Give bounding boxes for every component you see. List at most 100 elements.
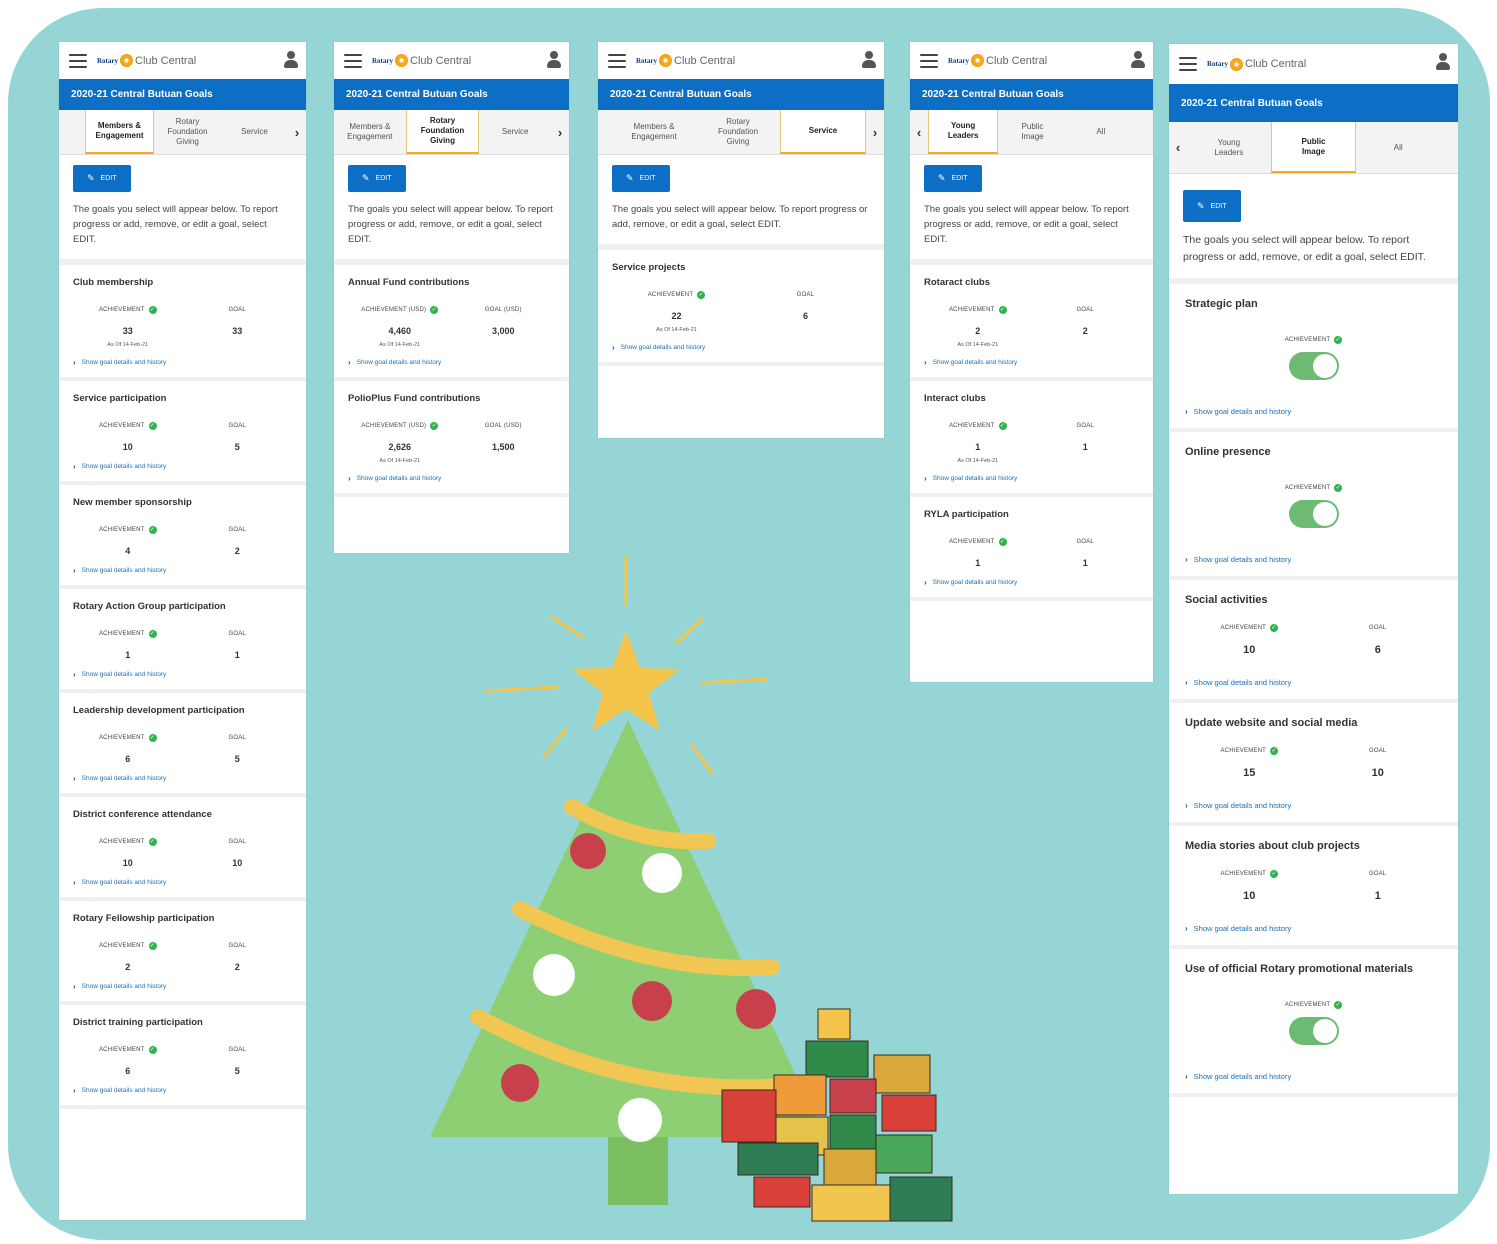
pencil-icon: ✎ <box>87 173 95 183</box>
chevron-right-icon: › <box>73 670 76 679</box>
chevron-right-icon[interactable]: › <box>551 125 569 140</box>
user-profile-icon[interactable] <box>547 51 561 69</box>
show-goal-details-link[interactable]: › Show goal details and history <box>924 358 1139 367</box>
hamburger-menu-icon[interactable] <box>920 53 938 68</box>
goal-list: Club membership ACHIEVEMENT ✓ 33 As Of 14-Fe… <box>59 265 306 1109</box>
edit-button[interactable]: ✎ EDIT <box>1183 190 1241 222</box>
tab-all[interactable]: All <box>1067 110 1135 154</box>
achievement-value: 22 <box>671 311 682 321</box>
details-link-text: Show goal details and history <box>81 671 167 678</box>
achievement-column: ACHIEVEMENT ✓ 10 <box>73 414 183 452</box>
edit-section: ✎ EDIT The goals you select will appear b… <box>910 155 1153 265</box>
achievement-value: 10 <box>122 858 133 868</box>
show-goal-details-link[interactable]: › Show goal details and history <box>1185 924 1442 933</box>
show-goal-details-link[interactable]: › Show goal details and history <box>73 1086 292 1095</box>
tab-members-engagement[interactable]: Members & Engagement <box>85 110 154 154</box>
user-profile-icon[interactable] <box>284 51 298 69</box>
user-profile-icon[interactable] <box>862 51 876 69</box>
tab-all[interactable]: All <box>1356 122 1440 173</box>
goal-title: PolioPlus Fund contributions <box>348 393 481 404</box>
show-goal-details-link[interactable]: › Show goal details and history <box>73 358 292 367</box>
show-goal-details-link[interactable]: › Show goal details and history <box>612 343 870 352</box>
chevron-left-icon[interactable]: ‹ <box>910 125 928 140</box>
show-goal-details-link[interactable]: › Show goal details and history <box>1185 801 1442 810</box>
details-link-text: Show goal details and history <box>620 344 706 351</box>
show-goal-details-link[interactable]: › Show goal details and history <box>73 566 292 575</box>
hamburger-menu-icon[interactable] <box>1179 57 1197 71</box>
show-goal-details-link[interactable]: › Show goal details and history <box>73 878 292 887</box>
user-profile-icon[interactable] <box>1131 51 1145 69</box>
edit-button[interactable]: ✎ EDIT <box>348 165 406 192</box>
pencil-icon: ✎ <box>362 173 370 183</box>
tab-rotary-foundation-giving[interactable]: Rotary Foundation Giving <box>154 110 221 154</box>
achievement-column: ACHIEVEMENT (USD) ✓ 4,460 As Of 14-Feb-21 <box>348 298 452 348</box>
edit-button[interactable]: ✎ EDIT <box>73 165 131 192</box>
hamburger-menu-icon[interactable] <box>608 53 626 68</box>
tab-service[interactable]: Service <box>780 110 866 154</box>
show-goal-details-link[interactable]: › Show goal details and history <box>924 474 1139 483</box>
achievement-toggle[interactable] <box>1288 1017 1339 1045</box>
chevron-right-icon: › <box>924 358 927 367</box>
achievement-column: ACHIEVEMENT ✓ 1 As Of 14-Feb-21 <box>924 414 1032 464</box>
club-central-logo: Rotary Club Central <box>1207 57 1307 71</box>
tab-public-image[interactable]: Public Image <box>1270 122 1357 173</box>
show-goal-details-link[interactable]: › Show goal details and history <box>1185 1072 1442 1081</box>
edit-description: The goals you select will appear below. … <box>612 204 868 230</box>
check-circle-icon: ✓ <box>148 734 157 742</box>
show-goal-details-link[interactable]: › Show goal details and history <box>348 474 555 483</box>
achievement-toggle-section: ACHIEVEMENT ✓ <box>1185 328 1442 385</box>
chevron-left-icon[interactable]: ‹ <box>1169 140 1187 155</box>
tab-service[interactable]: Service <box>479 110 551 154</box>
hamburger-menu-icon[interactable] <box>69 53 87 68</box>
show-goal-details-link[interactable]: › Show goal details and history <box>73 982 292 991</box>
user-profile-icon[interactable] <box>1436 53 1450 71</box>
achievement-value: 10 <box>1243 644 1256 656</box>
chevron-right-icon[interactable]: › <box>866 125 884 140</box>
goal-column: GOAL 1 <box>183 622 293 660</box>
chevron-right-icon: › <box>1185 1072 1188 1081</box>
goal-values: ACHIEVEMENT ✓ 22 As Of 14-Feb-21 GOAL 6 <box>612 283 870 333</box>
show-goal-details-link[interactable]: › Show goal details and history <box>73 774 292 783</box>
tab-public-image[interactable]: Public Image <box>998 110 1066 154</box>
achievement-toggle[interactable] <box>1288 500 1339 528</box>
tab-young-leaders[interactable]: Young Leaders <box>928 110 999 154</box>
goal-value: 6 <box>1374 644 1381 656</box>
tab-rotary-foundation-giving[interactable]: Rotary Foundation Giving <box>405 110 480 154</box>
achievement-value: 6 <box>125 1066 131 1076</box>
tab-rotary-foundation-giving[interactable]: Rotary Foundation Giving <box>696 110 780 154</box>
achievement-column: ACHIEVEMENT ✓ 2 As Of 14-Feb-21 <box>924 298 1032 348</box>
details-link-text: Show goal details and history <box>1193 678 1292 687</box>
show-goal-details-link[interactable]: › Show goal details and history <box>73 462 292 471</box>
show-goal-details-link[interactable]: › Show goal details and history <box>73 670 292 679</box>
goal-title: RYLA participation <box>924 509 1009 520</box>
chevron-right-icon[interactable]: › <box>288 125 306 140</box>
tab-service[interactable]: Service <box>221 110 288 154</box>
hamburger-menu-icon[interactable] <box>344 53 362 68</box>
page-title: 2020-21 Central Butuan Goals <box>910 79 1153 110</box>
achievement-toggle[interactable] <box>1288 352 1339 380</box>
goal-column: GOAL 5 <box>183 414 293 452</box>
show-goal-details-link[interactable]: › Show goal details and history <box>1185 555 1442 564</box>
details-link-text: Show goal details and history <box>932 359 1018 366</box>
goal-value: 1,500 <box>491 442 515 452</box>
goal-label: GOAL <box>228 631 246 637</box>
achievement-column: ACHIEVEMENT ✓ 15 <box>1185 739 1314 779</box>
tab-members-engagement[interactable]: Members & Engagement <box>612 110 696 154</box>
goal-column: GOAL 2 <box>1032 298 1140 348</box>
show-goal-details-link[interactable]: › Show goal details and history <box>1185 678 1442 687</box>
tab-young-leaders[interactable]: Young Leaders <box>1187 122 1271 173</box>
check-circle-icon: ✓ <box>1334 336 1343 344</box>
goal-values: ACHIEVEMENT ✓ 10 GOAL 6 <box>1185 616 1442 656</box>
goal-list: Annual Fund contributions ACHIEVEMENT (US… <box>334 265 569 497</box>
goal-title: Rotary Fellowship participation <box>73 913 215 924</box>
edit-button[interactable]: ✎ EDIT <box>612 165 670 192</box>
show-goal-details-link[interactable]: › Show goal details and history <box>1185 407 1442 416</box>
edit-button[interactable]: ✎ EDIT <box>924 165 982 192</box>
goal-card-social-activities: Social activities ACHIEVEMENT ✓ 10 GOAL 6 › Sho… <box>1169 580 1458 703</box>
goal-card-service-projects: Service projects ACHIEVEMENT ✓ 22 As Of 14-F… <box>598 250 884 366</box>
goal-column: GOAL 6 <box>1314 616 1443 656</box>
tab-members-engagement[interactable]: Members & Engagement <box>334 110 406 154</box>
goal-title: Service projects <box>612 262 686 273</box>
show-goal-details-link[interactable]: › Show goal details and history <box>348 358 555 367</box>
achievement-label: ACHIEVEMENT (USD) ✓ <box>361 422 439 430</box>
